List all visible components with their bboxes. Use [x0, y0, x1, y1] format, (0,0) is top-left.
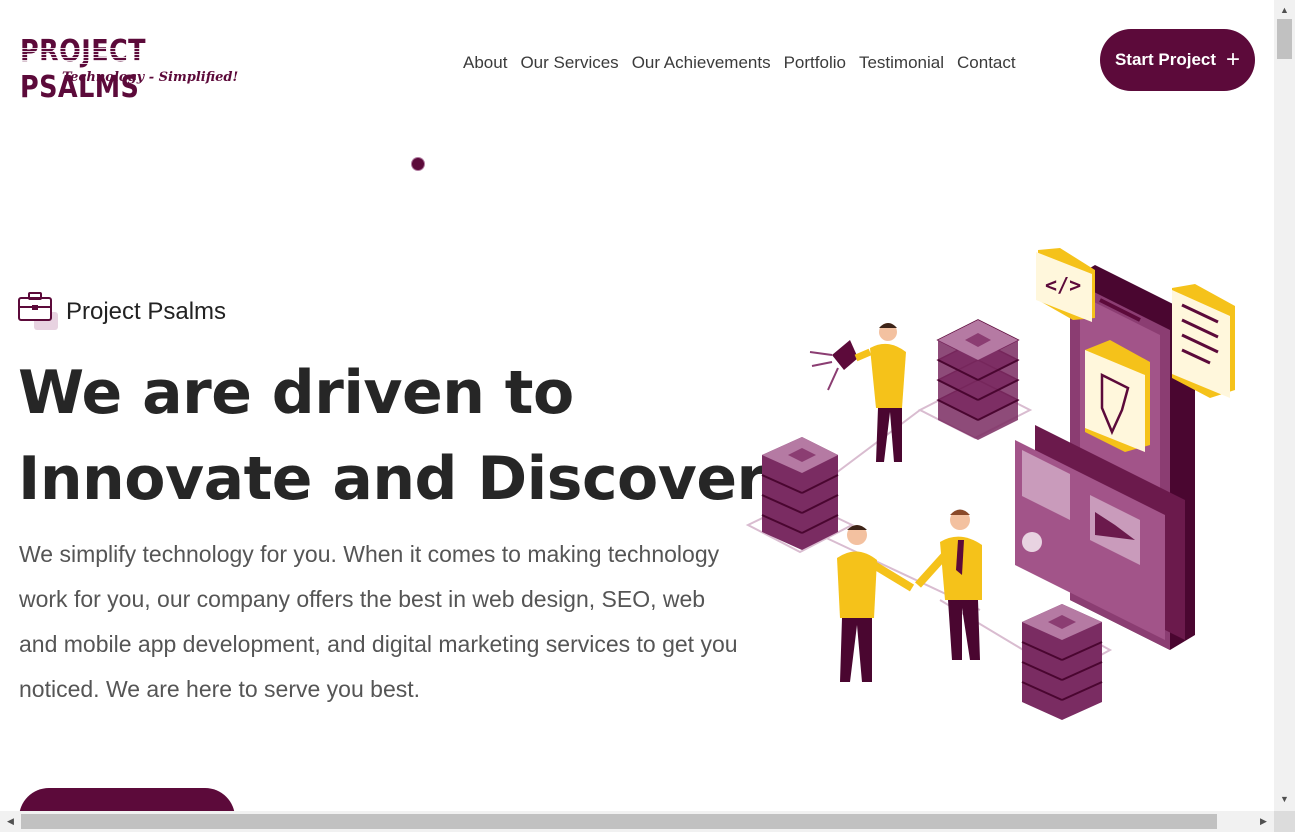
start-project-button[interactable]: Start Project +: [1100, 29, 1255, 91]
hero-eyebrow-text: Project Psalms: [66, 298, 227, 325]
horizontal-scrollbar[interactable]: ◀ ▶: [0, 811, 1274, 832]
start-project-label: Start Project: [1114, 50, 1217, 69]
person-megaphone: [809, 323, 906, 462]
server-stack-left: [761, 437, 839, 550]
scroll-up-icon[interactable]: ▲: [1274, 2, 1295, 19]
hero-headline: We are driven to Innovate and Discover.: [18, 350, 780, 522]
horizontal-scroll-thumb[interactable]: [21, 814, 1217, 829]
nav-link-testimonial[interactable]: Testimonial: [859, 52, 944, 74]
scroll-left-icon[interactable]: ◀: [2, 811, 19, 832]
scrollbar-corner: [1274, 811, 1295, 832]
hero-headline-line-2: Innovate and Discover.: [18, 444, 780, 514]
nav-link-our-achievements[interactable]: Our Achievements: [632, 52, 771, 74]
page-viewport: PROJECT PSALMS Technology - Simplified! …: [0, 0, 1274, 811]
nav-link-contact[interactable]: Contact: [957, 52, 1016, 74]
hero-headline-line-1: We are driven to: [18, 358, 574, 428]
hero-primary-button[interactable]: [19, 788, 235, 811]
code-card: </>: [1036, 248, 1095, 322]
cursor-dot: [412, 158, 424, 170]
plus-icon: +: [1226, 46, 1241, 73]
scroll-down-icon[interactable]: ▼: [1274, 791, 1295, 808]
server-stack-bottom: [1021, 604, 1103, 720]
hero-eyebrow: Project Psalms: [18, 292, 226, 332]
scroll-right-icon[interactable]: ▶: [1255, 811, 1272, 832]
logo-tagline: Technology - Simplified!: [62, 70, 239, 85]
text-card: [1172, 284, 1235, 398]
design-card: [1085, 340, 1150, 452]
brand-logo[interactable]: PROJECT PSALMS Technology - Simplified!: [20, 34, 260, 105]
hero-illustration: </>: [745, 248, 1235, 720]
svg-text:</>: </>: [1045, 273, 1081, 297]
nav-link-about[interactable]: About: [463, 52, 507, 74]
briefcase-icon: [18, 292, 58, 332]
hero-description: We simplify technology for you. When it …: [19, 541, 738, 702]
nav-link-our-services[interactable]: Our Services: [520, 52, 618, 74]
nav-link-portfolio[interactable]: Portfolio: [784, 52, 846, 74]
main-nav: About Our Services Our Achievements Port…: [463, 52, 1029, 74]
vertical-scroll-thumb[interactable]: [1277, 19, 1292, 59]
server-stack-top: [936, 319, 1020, 440]
vertical-scrollbar[interactable]: ▲ ▼: [1274, 0, 1295, 811]
